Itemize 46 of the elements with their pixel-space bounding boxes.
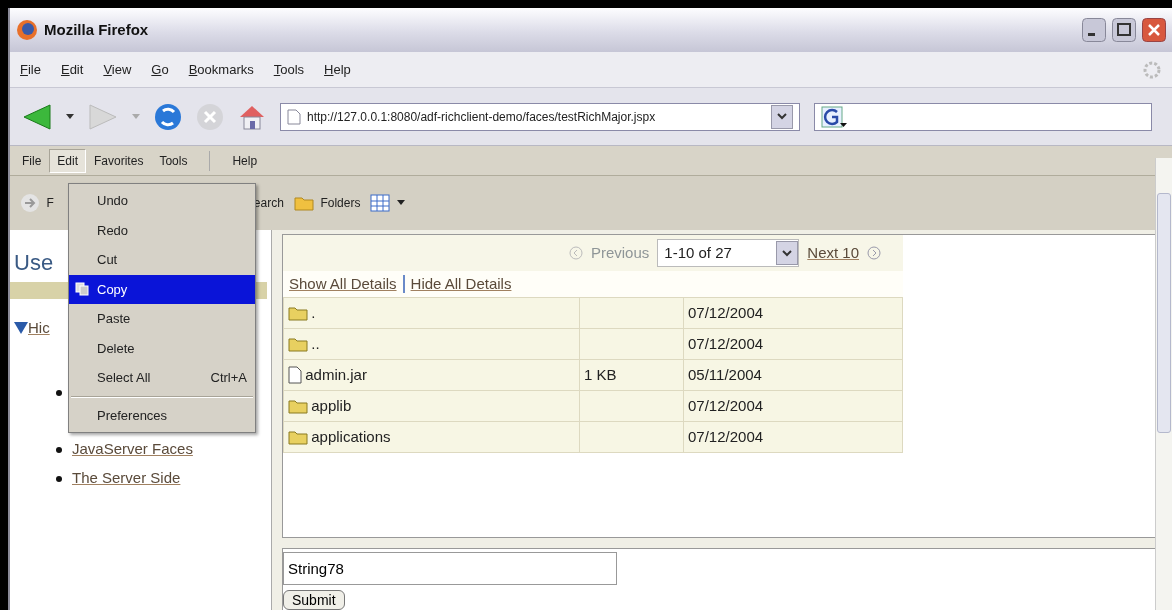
menu-item[interactable]: Delete xyxy=(69,333,255,363)
menu-item[interactable]: Paste xyxy=(69,304,255,334)
menu-item[interactable]: Edit xyxy=(49,148,87,173)
details-link[interactable]: Show All Details xyxy=(289,272,397,296)
tree-link[interactable]: The Server Side xyxy=(72,467,181,490)
menu-item[interactable]: File xyxy=(14,148,50,173)
file-name: applications xyxy=(311,426,391,447)
file-name: . xyxy=(311,302,316,323)
file-name: admin.jar xyxy=(305,364,367,385)
file-name: .. xyxy=(311,333,320,354)
submit-button[interactable]: Submit xyxy=(283,590,345,610)
menu-item[interactable]: Bookmarks xyxy=(188,59,254,80)
file-date: 07/12/2004 xyxy=(688,427,764,445)
menu-item[interactable]: Cut xyxy=(69,245,255,275)
file-date: 07/12/2004 xyxy=(688,303,764,321)
menu-item[interactable]: Go xyxy=(151,59,169,80)
menu-item[interactable]: File xyxy=(20,59,41,80)
file-name: applib xyxy=(311,395,352,416)
menu-item[interactable]: Help xyxy=(224,148,266,173)
details-link[interactable]: Hide All Details xyxy=(410,272,512,296)
file-date: 05/11/2004 xyxy=(688,365,762,383)
window-title: Mozilla Firefox xyxy=(44,19,149,40)
range-select[interactable]: 1-10 of 27 xyxy=(657,239,800,267)
toolbar-button[interactable]: F xyxy=(46,194,54,212)
next-link[interactable]: Next 10 xyxy=(807,241,859,265)
menu-item[interactable]: Tools xyxy=(273,59,305,80)
file-date: 07/12/2004 xyxy=(688,334,764,352)
tree-link[interactable]: JavaServer Faces xyxy=(72,438,193,461)
menu-item[interactable]: View xyxy=(103,59,132,80)
toolbar-button[interactable]: Folders xyxy=(320,194,361,212)
menu-item[interactable]: Help xyxy=(324,59,351,80)
menu-item[interactable]: Select All Ctrl+A xyxy=(69,363,255,393)
file-date: 07/12/2004 xyxy=(688,396,764,414)
menu-item[interactable]: Edit xyxy=(60,59,84,80)
page-heading: Use xyxy=(14,252,54,274)
shortcut-text: Ctrl+A xyxy=(210,369,247,387)
menu-item[interactable]: Copy xyxy=(69,274,255,304)
menu-item[interactable]: Tools xyxy=(151,148,196,173)
menu-item[interactable]: Redo xyxy=(69,215,255,245)
text-field[interactable]: String78 xyxy=(283,552,617,585)
file-size: 1 KB xyxy=(584,365,617,383)
menu-item[interactable]: Favorites xyxy=(86,148,152,173)
tree-node-link[interactable]: Hic xyxy=(28,316,50,339)
menu-item[interactable]: Preferences xyxy=(69,400,255,430)
menu-item[interactable]: Undo xyxy=(69,186,255,216)
address-field[interactable]: http://127.0.0.1:8080/adf-richclient-demo/faces/testRichMajor.jspx xyxy=(280,102,800,131)
